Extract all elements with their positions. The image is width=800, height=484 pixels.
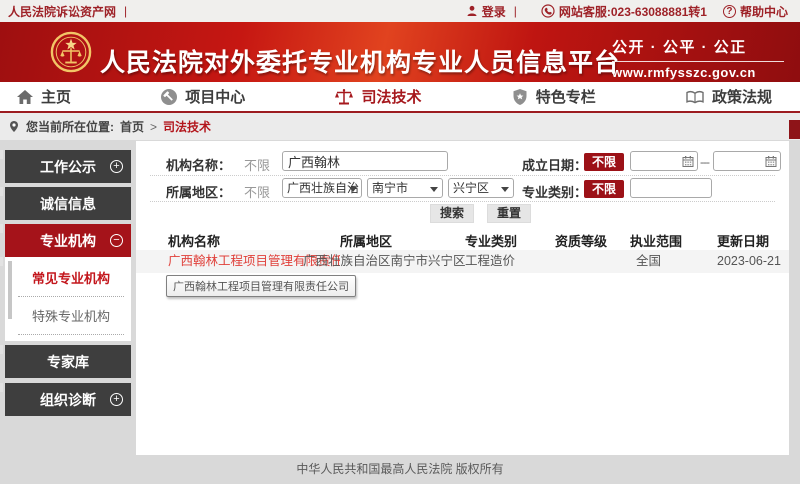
- district-select[interactable]: 兴宁区: [448, 178, 514, 198]
- category-label: 专业类别：: [522, 182, 587, 201]
- founding-date-unlimited-button[interactable]: 不限: [584, 153, 624, 171]
- nav-item-featured-column[interactable]: 特色专栏: [511, 86, 596, 107]
- book-icon: [685, 89, 705, 105]
- phone-icon: [541, 4, 555, 18]
- question-icon: ?: [723, 5, 736, 18]
- footer-copyright: 中华人民共和国最高人民法院 版权所有: [0, 460, 800, 477]
- topbar: 人民法院诉讼资产网 | 登录 | 网站客服:023-63088881转1 ? 帮…: [0, 0, 800, 22]
- chevron-down-icon: [349, 187, 357, 192]
- sidebar-item-organization-diagnosis[interactable]: 组织诊断 +: [5, 383, 131, 416]
- help-center-link[interactable]: ? 帮助中心: [723, 3, 788, 20]
- breadcrumb-separator: >: [150, 120, 157, 134]
- col-header-grade: 资质等级: [555, 231, 607, 250]
- calendar-icon[interactable]: [765, 155, 777, 168]
- submenu-item-common-institutions[interactable]: 常见专业机构: [18, 259, 124, 297]
- sidebar-item-professional-institutions[interactable]: 专业机构 −: [5, 224, 131, 257]
- chevron-down-icon: [501, 187, 509, 192]
- col-header-category: 专业类别: [465, 231, 517, 250]
- gavel-icon: [160, 88, 178, 106]
- submenu-item-special-institutions[interactable]: 特殊专业机构: [18, 297, 124, 335]
- expand-icon[interactable]: +: [110, 393, 123, 406]
- topbar-divider: |: [124, 4, 127, 18]
- org-name-unlimited[interactable]: 不限: [244, 155, 270, 174]
- form-divider: [150, 201, 775, 202]
- site-banner: 人民法院对外委托专业机构专业人员信息平台 公开 · 公平 · 公正 www.rm…: [0, 22, 800, 82]
- category-input[interactable]: [630, 178, 712, 198]
- col-header-scope: 执业范围: [630, 231, 682, 250]
- city-select[interactable]: 南宁市: [367, 178, 443, 198]
- date-to-input[interactable]: [713, 151, 781, 171]
- sidebar-item-expert-library[interactable]: 专家库: [5, 345, 131, 378]
- region-unlimited[interactable]: 不限: [244, 182, 270, 201]
- breadcrumb-home[interactable]: 首页: [120, 118, 144, 135]
- court-emblem-logo: [50, 31, 92, 73]
- reset-button[interactable]: 重置: [487, 204, 531, 223]
- region-label: 所属地区：: [166, 182, 231, 201]
- sidebar-item-work-publicity[interactable]: 工作公示 +: [5, 150, 131, 183]
- province-select[interactable]: 广西壮族自治: [282, 178, 362, 198]
- scales-icon: [334, 88, 354, 106]
- date-range-separator: ---: [700, 155, 709, 169]
- login-link[interactable]: 登录: [466, 3, 506, 20]
- site-name[interactable]: 人民法院诉讼资产网: [8, 3, 116, 20]
- table-row: 广西翰林工程项目管理有限责任... 广西壮族自治区南宁市兴宁区 工程造价 全国 …: [136, 250, 789, 273]
- cell-updated: 2023-06-21: [717, 250, 781, 273]
- nav-item-policy-regulations[interactable]: 政策法规: [685, 86, 772, 107]
- sidebar-item-integrity-info[interactable]: 诚信信息: [5, 187, 131, 220]
- cell-scope: 全国: [636, 250, 661, 273]
- form-divider: [150, 175, 775, 176]
- date-from-input[interactable]: [630, 151, 698, 171]
- calendar-icon[interactable]: [682, 155, 694, 168]
- user-icon: [466, 5, 478, 17]
- nav-item-home[interactable]: 主页: [16, 86, 71, 107]
- nav-item-judicial-technology[interactable]: 司法技术: [334, 86, 421, 107]
- slogan: 公开 · 公平 · 公正: [612, 36, 784, 62]
- org-name-label: 机构名称：: [166, 155, 231, 174]
- col-header-org-name: 机构名称: [168, 231, 220, 250]
- home-icon: [16, 89, 34, 105]
- location-pin-icon: [8, 120, 20, 133]
- category-unlimited-button[interactable]: 不限: [584, 180, 624, 198]
- nav-item-project-center[interactable]: 项目中心: [160, 86, 245, 107]
- search-button[interactable]: 搜索: [430, 204, 474, 223]
- shield-star-icon: [511, 88, 529, 106]
- floating-widget[interactable]: [789, 120, 800, 139]
- expand-icon[interactable]: +: [110, 160, 123, 173]
- chevron-down-icon: [430, 187, 438, 192]
- cell-region: 广西壮族自治区南宁市兴宁区: [303, 250, 466, 273]
- website-url: www.rmfysszc.gov.cn: [612, 65, 784, 80]
- content-area: 工作公示 + 诚信信息 专业机构 − 常见专业机构 特殊专业机构 专家库 组织诊…: [0, 140, 800, 484]
- founding-date-label: 成立日期：: [522, 155, 587, 174]
- breadcrumb-prefix: 您当前所在位置:: [26, 118, 114, 135]
- main-nav: 主页 项目中心 司法技术 特色专栏: [0, 82, 800, 113]
- search-results-panel: 机构名称： 不限 成立日期： 不限 ---: [136, 141, 789, 455]
- org-name-input[interactable]: [282, 151, 448, 171]
- col-header-updated: 更新日期: [717, 231, 769, 250]
- service-phone: 网站客服:023-63088881转1: [541, 3, 707, 20]
- breadcrumb-current: 司法技术: [163, 118, 211, 135]
- sidebar-submenu: 常见专业机构 特殊专业机构: [5, 257, 131, 341]
- platform-title: 人民法院对外委托专业机构专业人员信息平台: [100, 43, 620, 79]
- submenu-scrollbar[interactable]: [8, 261, 12, 319]
- collapse-icon[interactable]: −: [110, 234, 123, 247]
- login-divider: |: [514, 4, 517, 18]
- col-header-region: 所属地区: [340, 231, 392, 250]
- cell-category: 工程造价: [465, 250, 515, 273]
- breadcrumb: 您当前所在位置: 首页 > 司法技术: [0, 113, 800, 140]
- org-name-tooltip: 广西翰林工程项目管理有限责任公司: [166, 275, 356, 297]
